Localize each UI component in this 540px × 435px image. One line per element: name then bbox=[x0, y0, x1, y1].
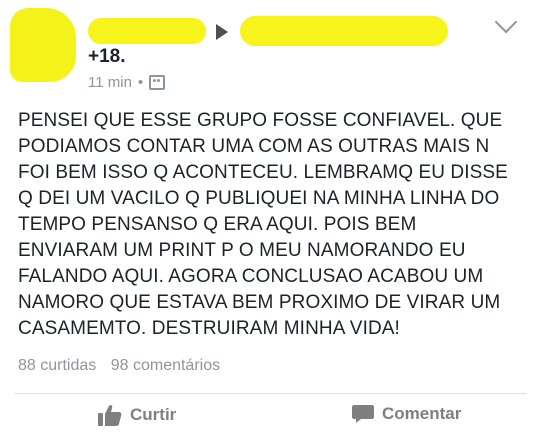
post-text-line: TEMPO PENSANSO Q ERA AQUI. POIS BEM bbox=[18, 214, 417, 235]
comments-count[interactable]: 98 comentários bbox=[111, 357, 220, 374]
post-text-line: Q DEI UM VACILO Q PUBLIQUEI NA MINHA LIN… bbox=[18, 188, 500, 209]
redacted-group-name[interactable] bbox=[240, 16, 448, 46]
comment-button[interactable]: Comentar bbox=[352, 404, 461, 424]
thumbs-up-icon bbox=[98, 404, 122, 426]
comment-icon bbox=[352, 404, 374, 424]
share-arrow-icon bbox=[216, 24, 228, 40]
avatar[interactable] bbox=[10, 8, 76, 82]
post-text-line: FALANDO AQUI. AGORA CONCLUSAO ACABOU UM bbox=[18, 266, 484, 287]
chevron-down-icon[interactable] bbox=[494, 10, 518, 34]
separator: • bbox=[137, 74, 144, 91]
post-text-line: ENVIARAM UM PRINT P O MEU NAMORANDO EU bbox=[18, 240, 466, 261]
post-text-line: PODIAMOS CONTAR UMA COM AS OUTRAS MAIS N bbox=[18, 136, 490, 157]
post-text-line: PENSEI QUE ESSE GRUPO FOSSE CONFIAVEL. Q… bbox=[18, 110, 503, 131]
post-text-line: CASAMEMTO. DESTRUIRAM MINHA VIDA! bbox=[18, 318, 400, 339]
like-label: Curtir bbox=[130, 405, 177, 424]
post-stats: 88 curtidas 98 comentários bbox=[18, 357, 230, 375]
like-button[interactable]: Curtir bbox=[98, 404, 176, 426]
post-text-line: NAMORO QUE ESTAVA BEM PROXIMO DE VIRAR U… bbox=[18, 292, 501, 313]
likes-count[interactable]: 88 curtidas bbox=[18, 357, 96, 374]
group-icon bbox=[149, 75, 166, 90]
redacted-author-name[interactable] bbox=[88, 18, 206, 44]
post-text-line: FOI BEM ISSO Q ACONTECEU. LEMBRAMQ EU DI… bbox=[18, 162, 508, 183]
divider bbox=[14, 393, 526, 394]
post-text: PENSEI QUE ESSE GRUPO FOSSE CONFIAVEL. Q… bbox=[18, 108, 528, 342]
feed-post: +18. 11 min • PENSEI QUE ESSE GRUPO FOSS… bbox=[0, 0, 540, 435]
group-title[interactable]: +18. bbox=[88, 46, 126, 68]
comment-label: Comentar bbox=[382, 404, 462, 423]
post-time[interactable]: 11 min bbox=[88, 74, 132, 91]
post-meta: 11 min • bbox=[88, 74, 166, 91]
